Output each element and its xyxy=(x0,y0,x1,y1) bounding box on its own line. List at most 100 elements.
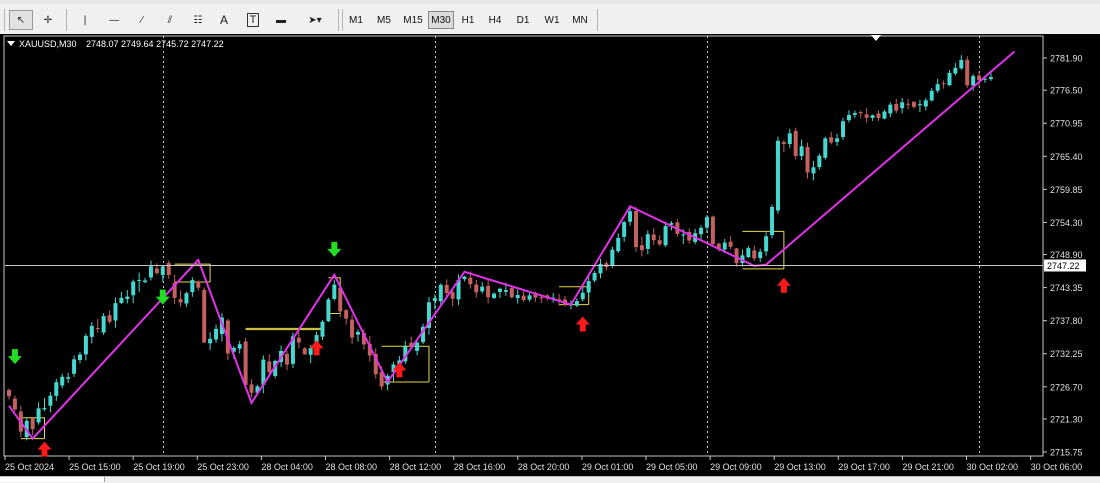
text-label-icon: T xyxy=(246,13,260,27)
candle-body xyxy=(237,344,242,349)
crosshair-icon: ✛ xyxy=(43,14,53,26)
text-tool-button[interactable]: A xyxy=(213,10,235,30)
candle-body xyxy=(113,303,118,321)
price-tick-label: 2748.90 xyxy=(1050,250,1083,260)
time-tick-label: 28 Oct 08:00 xyxy=(326,462,378,472)
candle-body xyxy=(959,59,964,69)
horizontal-line-icon: — xyxy=(109,14,119,26)
rectangle-icon: ▬ xyxy=(276,14,286,26)
candle-body xyxy=(178,299,183,303)
time-tick-label: 29 Oct 09:00 xyxy=(710,462,762,472)
crosshair-tool-button[interactable]: ✛ xyxy=(36,10,60,30)
collapse-chart-info-icon[interactable] xyxy=(7,41,15,46)
candle-body xyxy=(486,285,491,298)
price-tick-label: 2765.40 xyxy=(1050,152,1083,162)
candle-body xyxy=(42,408,47,410)
timeframe-m30[interactable]: M30 xyxy=(428,11,454,29)
candle-body xyxy=(663,226,668,246)
price-tick-label: 2743.35 xyxy=(1050,283,1083,293)
arrows-tool-button[interactable]: ➤▾ xyxy=(297,10,333,30)
candle-body xyxy=(835,138,840,142)
candle-body xyxy=(846,114,851,121)
time-tick-label: 29 Oct 21:00 xyxy=(902,462,954,472)
candle-body xyxy=(929,90,934,101)
candle-body xyxy=(941,83,946,85)
candle-body xyxy=(36,408,41,423)
candle-body xyxy=(622,222,627,237)
candle-body xyxy=(302,348,307,355)
plot-frame xyxy=(3,35,1044,457)
signal-arrows xyxy=(7,241,791,457)
candle-body xyxy=(752,250,757,259)
candle-body xyxy=(497,288,502,293)
candle-body xyxy=(704,217,709,228)
timeframe-mn[interactable]: MN xyxy=(568,11,592,29)
price-tick-label: 2754.30 xyxy=(1050,218,1083,228)
candle-body xyxy=(628,211,633,222)
timeframe-m5[interactable]: M5 xyxy=(372,11,396,29)
candle-body xyxy=(214,328,219,340)
candle-body xyxy=(841,121,846,137)
current-price-label: 2747.22 xyxy=(1047,261,1080,271)
trendline-tool-button[interactable]: ∕ xyxy=(130,10,154,30)
toolbar-separator xyxy=(338,9,339,31)
candle-body xyxy=(852,113,857,115)
candle-body xyxy=(787,133,792,145)
time-tick-label: 29 Oct 05:00 xyxy=(646,462,698,472)
candle-body xyxy=(633,211,638,247)
timeframe-d1[interactable]: D1 xyxy=(512,11,534,29)
sell-arrow-icon xyxy=(327,241,342,257)
candle-body xyxy=(444,284,449,294)
candle-body xyxy=(906,103,911,105)
candle-body xyxy=(858,112,863,114)
timeframe-w1[interactable]: W1 xyxy=(540,11,564,29)
timeframe-h4[interactable]: H4 xyxy=(484,11,506,29)
candle-body xyxy=(586,281,591,293)
candle-body xyxy=(811,167,816,174)
candle-body xyxy=(462,276,467,280)
vertical-line-tool-button[interactable]: | xyxy=(74,10,96,30)
price-chart-window[interactable]: XAUUSD,M30 2748.07 2749.64 2745.72 2747.… xyxy=(0,34,1100,482)
horizontal-line-tool-button[interactable]: — xyxy=(102,10,126,30)
candle-body xyxy=(137,279,142,281)
timeframe-h1[interactable]: H1 xyxy=(457,11,479,29)
candle-body xyxy=(574,301,579,306)
candle-body xyxy=(894,104,899,111)
timeframe-m1[interactable]: M1 xyxy=(345,11,367,29)
time-axis: 25 Oct 2024 25 Oct 15:00 25 Oct 19:00 25 Oc… xyxy=(4,456,1082,472)
price-tick-label: 2726.70 xyxy=(1050,382,1083,392)
candlestick-chart[interactable]: XAUUSD,M30 2748.07 2749.64 2745.72 2747.… xyxy=(0,34,1100,482)
fibonacci-tool-button[interactable]: ☷ xyxy=(186,10,210,30)
candle-body xyxy=(450,292,455,299)
candle-body xyxy=(923,100,928,107)
buy-arrow-icon xyxy=(37,441,52,457)
chart-ohlc-values: 2748.07 2749.64 2745.72 2747.22 xyxy=(86,39,224,49)
candle-body xyxy=(154,268,159,274)
candle-body xyxy=(953,67,958,74)
candle-body xyxy=(829,137,834,143)
candle-body xyxy=(651,234,656,241)
candle-body xyxy=(432,298,437,302)
price-tick-label: 2721.30 xyxy=(1050,414,1083,424)
rectangle-tool-button[interactable]: ▬ xyxy=(269,10,293,30)
text-label-tool-button[interactable]: T xyxy=(241,10,265,30)
candle-body xyxy=(243,341,248,385)
chart-shift-marker-icon[interactable] xyxy=(871,35,881,41)
candle-body xyxy=(580,292,585,300)
chart-tab[interactable] xyxy=(0,477,105,482)
equidistant-channel-tool-button[interactable]: ⫽ xyxy=(158,10,182,30)
candle-body xyxy=(48,395,53,406)
time-tick-label: 25 Oct 15:00 xyxy=(69,462,121,472)
candle-body xyxy=(888,104,893,114)
candle-body xyxy=(710,216,715,245)
candle-body xyxy=(876,113,881,118)
session-separators xyxy=(163,36,980,456)
cursor-tool-button[interactable]: ↖ xyxy=(9,10,33,30)
candle-body xyxy=(699,227,704,235)
candle-body xyxy=(503,290,508,292)
timeframe-m15[interactable]: M15 xyxy=(400,11,426,29)
candle-body xyxy=(438,284,443,302)
candle-body xyxy=(468,277,473,285)
candle-body xyxy=(285,354,290,365)
candle-body xyxy=(320,321,325,337)
